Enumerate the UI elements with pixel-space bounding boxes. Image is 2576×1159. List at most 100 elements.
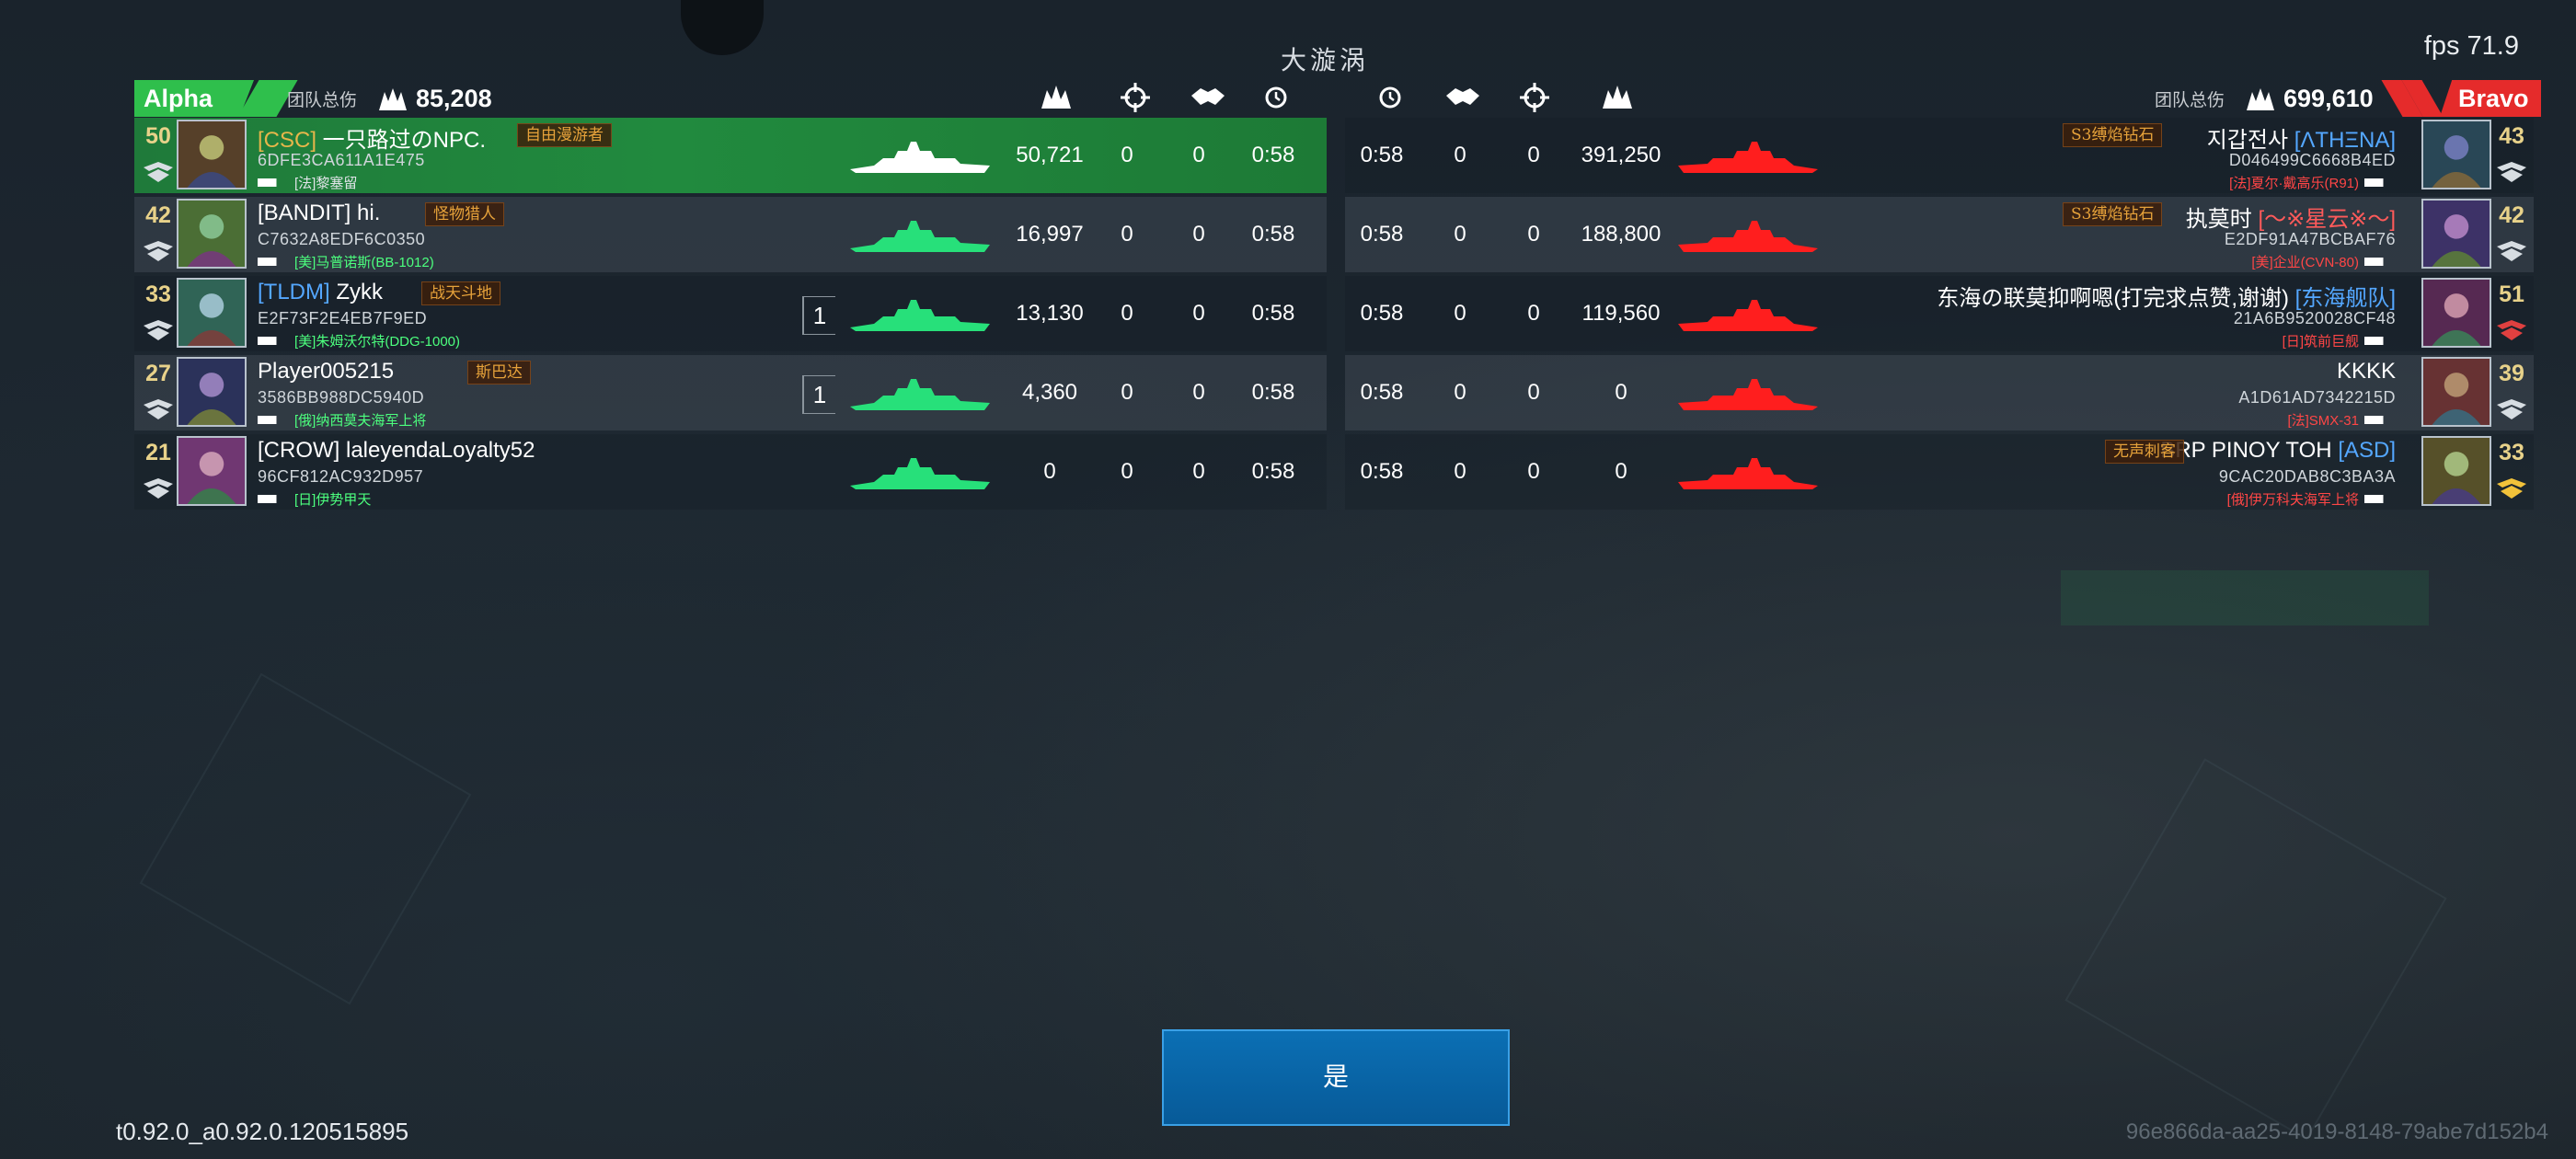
clan-tag: [〜※星云※〜] (2258, 207, 2396, 232)
player-nickname: BRP PINOY TOH (2160, 438, 2339, 463)
player-row[interactable]: 27 Player005215 斯巴达 3586BB988DC5940D [俄]纳西莫… (134, 355, 1327, 430)
player-id: C7632A8EDF6C0350 (258, 230, 426, 248)
player-name: BRP PINOY TOH [ASD] (2160, 438, 2396, 464)
ship-name-text: [法]SMX-31 (2287, 413, 2359, 429)
ship-name-text: [日]筑前巨舰 (2282, 334, 2359, 350)
ship-silhouette-icon (1674, 293, 1822, 337)
player-id: 96CF812AC932D957 (258, 467, 424, 486)
player-row[interactable]: 0:58 0 0 391,250 지갑전사 [ΛTHΞNA] S3缚焰钻石 D046499C… (1345, 118, 2534, 193)
damage-value: 0 (1615, 380, 1627, 405)
handshake-stat: 0 (1454, 380, 1466, 405)
version-label: t0.92.0_a0.92.0.120515895 (116, 1118, 409, 1145)
player-level: 33 (2499, 440, 2524, 465)
ship-name: [日]筑前巨舰 (2283, 331, 2396, 350)
clan-tag: [BANDIT] (258, 201, 351, 225)
player-level: 33 (145, 281, 171, 307)
handshake-stat: 0 (1454, 222, 1466, 247)
player-id: E2DF91A47BCBAF76 (2224, 230, 2396, 248)
avatar[interactable] (177, 278, 247, 348)
survival-time: 0:58 (1360, 143, 1404, 167)
crosshair-icon (1516, 83, 1553, 112)
player-row[interactable]: 0:58 0 0 0 KKKK A1D61AD7342215D [法]SMX-31 39 (1345, 355, 2534, 430)
survival-time: 0:58 (1251, 222, 1295, 247)
ship-name: [法]SMX-31 (2287, 410, 2396, 430)
player-name: [TLDM] Zykk (258, 280, 383, 305)
survival-time: 0:58 (1251, 143, 1295, 167)
nation-flag-icon (258, 495, 289, 503)
ship-silhouette-icon (846, 213, 994, 258)
player-level: 27 (145, 361, 171, 386)
ship-silhouette-icon (846, 451, 994, 495)
damage-value: 188,800 (1581, 222, 1662, 247)
damage-value: 0 (1615, 459, 1627, 484)
player-name: 执莫时 [〜※星云※〜] (2186, 201, 2396, 233)
rank-insignia-icon (2493, 158, 2530, 186)
player-row[interactable]: 50 [CSC] 一只路过のNPC. 自由漫游者 6DFE3CA611A1E475[… (134, 118, 1327, 193)
player-row[interactable]: 21 [CROW] laleyendaLoyalty52 96CF812AC932… (134, 434, 1327, 510)
player-name: [CROW] laleyendaLoyalty52 (258, 438, 535, 464)
avatar[interactable] (177, 199, 247, 269)
avatar[interactable] (177, 436, 247, 506)
handshake-stat: 0 (1192, 380, 1205, 405)
player-name: 东海の联莫抑啊嗯(打完求点赞,谢谢) [东海舰队] (1937, 280, 2396, 312)
handshake-stat: 0 (1454, 143, 1466, 167)
ship-name-text: [美]朱姆沃尔特(DDG-1000) (294, 334, 461, 350)
handshake-stat: 0 (1192, 143, 1205, 167)
avatar[interactable] (177, 120, 247, 189)
nation-flag-icon (2364, 258, 2396, 266)
player-level: 21 (145, 440, 171, 465)
alpha-score-value: 85,208 (416, 85, 492, 112)
crosshair-icon (1117, 83, 1154, 112)
ship-silhouette-icon (846, 134, 994, 178)
bravo-team-score: 团队总伤 699,610 (2155, 85, 2374, 113)
crosshair-stat: 0 (1121, 459, 1133, 484)
survival-time: 0:58 (1360, 459, 1404, 484)
alpha-score-label: 团队总伤 (287, 90, 358, 110)
handshake-icon (1444, 83, 1481, 112)
avatar[interactable] (2421, 199, 2491, 269)
player-row[interactable]: 0:58 0 0 188,800 执莫时 [〜※星云※〜] S3缚焰钻石 E2DF91A47… (1345, 197, 2534, 272)
clock-icon (1376, 83, 1404, 112)
ship-name: [美]企业(CVN-80) (2251, 252, 2396, 271)
player-name: Player005215 (258, 359, 394, 384)
avatar[interactable] (177, 357, 247, 427)
session-id: 96e866da-aa25-4019-8148-79abe7d152b4 (2125, 1119, 2548, 1144)
player-row[interactable]: 33 [TLDM] Zykk 战天斗地 E2F73F2E4EB7F9ED [美]朱姆沃… (134, 276, 1327, 351)
avatar[interactable] (2421, 120, 2491, 189)
ship-name-text: [美]马普诺斯(BB-1012) (294, 255, 434, 270)
nation-flag-icon (2364, 337, 2396, 345)
damage-value: 0 (1043, 459, 1056, 484)
player-row[interactable]: 42 [BANDIT] hi. 怪物猎人 C7632A8EDF6C0350 [美]马普… (134, 197, 1327, 272)
title-badge: 战天斗地 (421, 281, 500, 305)
avatar[interactable] (2421, 278, 2491, 348)
player-level: 51 (2499, 281, 2524, 307)
crosshair-stat: 0 (1527, 222, 1540, 247)
rank-insignia-icon (2493, 237, 2530, 265)
player-id: D046499C6668B4ED (2228, 151, 2396, 169)
handshake-stat: 0 (1192, 222, 1205, 247)
ship-silhouette-icon (1674, 213, 1822, 258)
confirm-button[interactable]: 是 (1162, 1029, 1510, 1126)
avatar[interactable] (2421, 357, 2491, 427)
player-row[interactable]: 0:58 0 0 119,560 东海の联莫抑啊嗯(打完求点赞,谢谢) [东海舰队] 21… (1345, 276, 2534, 351)
player-row[interactable]: 0:58 0 0 0 BRP PINOY TOH [ASD] 无声刺客 9CAC20DAB8… (1345, 434, 2534, 510)
ship-silhouette-icon (1674, 451, 1822, 495)
title-badge: S3缚焰钻石 (2063, 123, 2163, 147)
rank-insignia-icon (140, 237, 177, 265)
rank-insignia-icon (2493, 316, 2530, 344)
title-badge: S3缚焰钻石 (2063, 202, 2163, 226)
player-nickname: 东海の联莫抑啊嗯(打完求点赞,谢谢) (1937, 286, 2295, 311)
survival-time: 0:58 (1360, 301, 1404, 326)
damage-value: 50,721 (1016, 143, 1084, 167)
kill-count: 1 (802, 375, 835, 414)
player-id: 6DFE3CA611A1E475 (258, 151, 425, 169)
player-nickname: KKKK (2336, 359, 2396, 384)
crosshair-stat: 0 (1121, 301, 1133, 326)
damage-icon (379, 87, 408, 110)
damage-icon (1038, 83, 1075, 112)
ship-name: [俄]纳西莫夫海军上将 (258, 410, 426, 430)
avatar[interactable] (2421, 436, 2491, 506)
player-nickname: laleyendaLoyalty52 (339, 438, 535, 463)
ship-name: [日]伊势甲天 (258, 489, 371, 509)
rank-insignia-icon (140, 316, 177, 344)
